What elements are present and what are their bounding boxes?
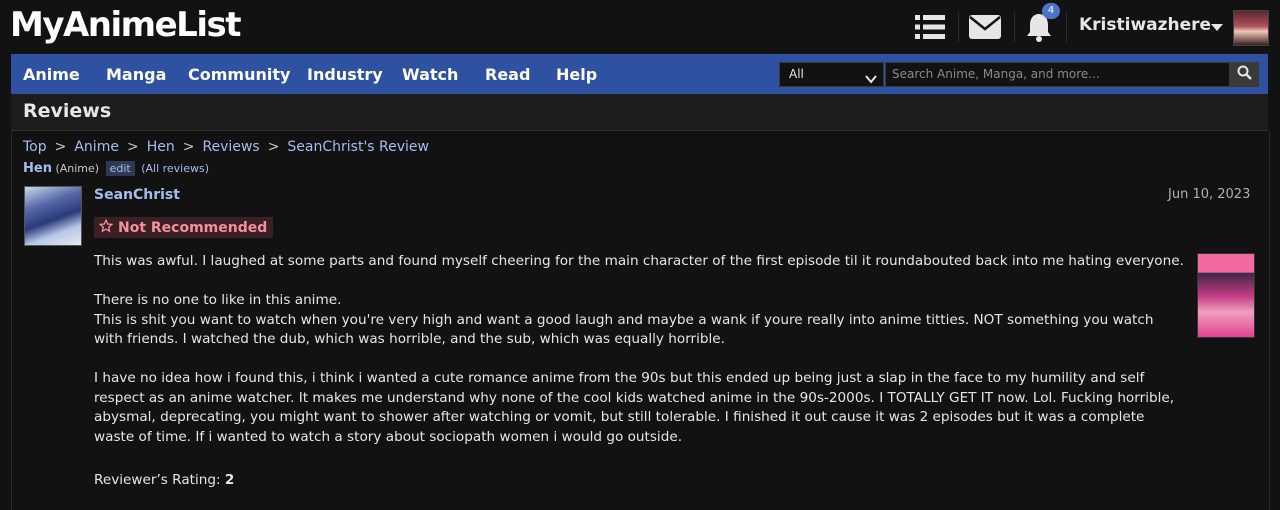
star-outline-icon — [98, 218, 114, 237]
review-paragraph: There is no one to like in this anime. T… — [94, 292, 1154, 347]
mail-icon[interactable] — [968, 10, 1002, 44]
search-scope-label: All — [789, 67, 804, 81]
breadcrumb-current[interactable]: SeanChrist's Review — [287, 139, 429, 155]
nav-community[interactable]: Community — [188, 54, 290, 94]
chevron-down-icon — [865, 69, 877, 92]
header-divider — [1066, 12, 1067, 42]
search-scope-select[interactable]: All — [779, 62, 884, 87]
nav-read[interactable]: Read — [485, 54, 530, 94]
breadcrumb-top[interactable]: Top — [23, 139, 47, 155]
username[interactable]: Kristiwazhere — [1079, 15, 1211, 35]
breadcrumb: Top > Anime > Hen > Reviews > SeanChrist's Revie… — [23, 139, 429, 155]
site-logo[interactable]: MyAnimeList — [10, 4, 241, 46]
search-icon — [1237, 65, 1252, 84]
reviewer-name[interactable]: SeanChrist — [94, 187, 180, 203]
search-input[interactable]: Search Anime, Manga, and more... — [885, 62, 1230, 87]
recommendation-tag: Not Recommended — [94, 217, 274, 238]
anime-subline: Hen (Anime) edit (All reviews) — [23, 161, 209, 176]
breadcrumb-reviews[interactable]: Reviews — [202, 139, 259, 155]
top-header: MyAnimeList 4 Kristiwazhere — [0, 0, 1280, 54]
header-divider — [958, 12, 959, 42]
nav-industry[interactable]: Industry — [307, 54, 383, 94]
review-paragraph: I have no idea how i found this, i think… — [94, 370, 1175, 445]
notification-badge: 4 — [1042, 3, 1060, 19]
search-button[interactable] — [1230, 62, 1259, 87]
review-date: Jun 10, 2023 — [1168, 187, 1251, 202]
rating-label: Reviewer’s Rating: — [94, 472, 221, 488]
nav-help[interactable]: Help — [556, 54, 597, 94]
caret-down-icon[interactable] — [1211, 24, 1223, 31]
page-title: Reviews — [23, 100, 112, 122]
rating-value: 2 — [224, 472, 235, 488]
nav-anime[interactable]: Anime — [23, 54, 80, 94]
anime-type: (Anime) — [55, 162, 100, 175]
all-reviews-link[interactable]: (All reviews) — [141, 162, 209, 175]
header-divider — [1014, 12, 1015, 42]
breadcrumb-anime[interactable]: Anime — [74, 139, 119, 155]
breadcrumb-hen[interactable]: Hen — [147, 139, 175, 155]
nav-manga[interactable]: Manga — [106, 54, 166, 94]
recommendation-label: Not Recommended — [118, 219, 268, 236]
main-nav: Anime Manga Community Industry Watch Rea… — [11, 54, 1268, 94]
edit-button[interactable]: edit — [105, 161, 135, 176]
review-body: This was awful. I laughed at some parts … — [94, 252, 1184, 467]
nav-watch[interactable]: Watch — [402, 54, 458, 94]
reviewer-rating: Reviewer’s Rating: 2 — [94, 472, 234, 488]
review-paragraph: This was awful. I laughed at some parts … — [94, 253, 1184, 269]
bell-icon[interactable]: 4 — [1022, 3, 1060, 44]
anime-title-link[interactable]: Hen — [23, 161, 52, 176]
list-icon[interactable] — [913, 10, 947, 44]
reviewer-avatar[interactable] — [24, 186, 82, 246]
user-avatar[interactable] — [1233, 10, 1269, 46]
page-header: Reviews — [11, 94, 1268, 131]
anime-poster[interactable] — [1197, 253, 1255, 338]
